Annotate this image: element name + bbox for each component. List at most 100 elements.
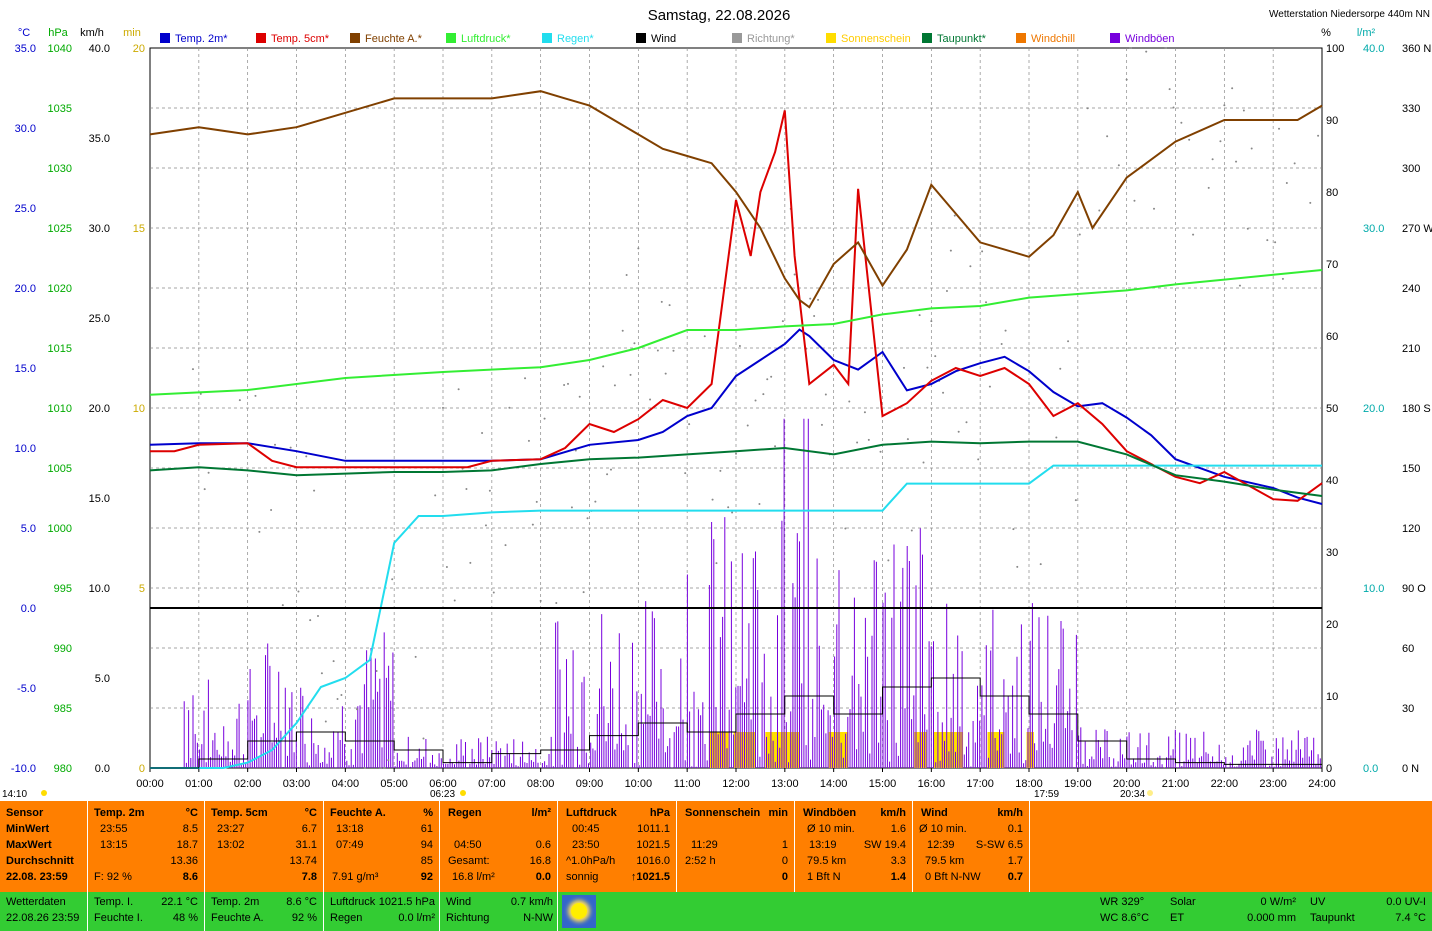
direction-dot — [555, 602, 558, 605]
direction-dot — [539, 599, 542, 602]
direction-tick: 180 S — [1402, 403, 1431, 415]
direction-dot — [957, 430, 960, 433]
direction-dot — [766, 378, 769, 381]
direction-tick: 90 O — [1402, 583, 1426, 595]
rain-unit: l/m² — [1357, 27, 1376, 39]
direction-dot — [453, 599, 456, 602]
pressure-tick: 990 — [54, 643, 72, 655]
x-tick-label: 19:00 — [1064, 778, 1092, 790]
direction-dot — [332, 660, 335, 663]
humidity-tick: 100 — [1326, 43, 1344, 55]
legend-swatch — [542, 33, 552, 43]
direction-dot — [1168, 88, 1171, 91]
direction-dot — [1055, 436, 1058, 439]
x-tick-label: 12:00 — [722, 778, 750, 790]
rain-tick: 10.0 — [1363, 583, 1384, 595]
direction-dot — [488, 489, 491, 492]
temp-unit: °C — [18, 27, 30, 39]
humidity-tick: 60 — [1326, 331, 1338, 343]
direction-dot — [879, 450, 882, 453]
direction-dot — [258, 530, 261, 533]
direction-dot — [1235, 160, 1238, 163]
direction-tick: 150 — [1402, 463, 1420, 475]
direction-dot — [1098, 209, 1101, 212]
temp-tick: 5.0 — [21, 523, 36, 535]
direction-dot — [856, 441, 859, 444]
x-tick-label: 05:00 — [380, 778, 408, 790]
direction-dot — [953, 214, 956, 217]
direction-dot — [313, 489, 316, 492]
direction-dot — [1250, 147, 1253, 150]
direction-dot — [1278, 127, 1281, 130]
direction-dot — [887, 559, 890, 562]
direction-dot — [1231, 87, 1234, 90]
pressure-tick: 1030 — [48, 163, 72, 175]
direction-dot — [1016, 565, 1019, 568]
direction-dot — [922, 461, 925, 464]
direction-dot — [1211, 158, 1214, 161]
humidity-tick: 90 — [1326, 115, 1338, 127]
stats-panel: Sensor MinWert MaxWert Durchschnitt 22.0… — [0, 801, 1432, 892]
x-tick-label: 21:00 — [1162, 778, 1190, 790]
rain-tick: 40.0 — [1363, 43, 1384, 55]
x-tick-label: 17:00 — [966, 778, 994, 790]
direction-dot — [309, 619, 312, 622]
direction-dot — [949, 249, 952, 252]
pressure-tick: 1005 — [48, 463, 72, 475]
stats-sensor-col: Sensor MinWert MaxWert Durchschnitt 22.0… — [0, 801, 88, 892]
legend-label: Richtung* — [747, 33, 795, 45]
direction-dot — [1223, 104, 1226, 107]
direction-dot — [316, 614, 319, 617]
direction-dot — [649, 398, 652, 401]
direction-dot — [1106, 135, 1109, 138]
stats-feuchte-col: Feuchte A. % 13:18 61 07:49 94 85 7.91 g… — [324, 801, 440, 892]
humidity-tick: 80 — [1326, 187, 1338, 199]
legend-label: Regen* — [557, 33, 594, 45]
direction-dot — [504, 544, 507, 547]
direction-dot — [988, 385, 991, 388]
direction-dot — [735, 452, 737, 455]
temp-tick: -5.0 — [17, 683, 36, 695]
direction-dot — [930, 320, 933, 323]
direction-dot — [1192, 233, 1195, 236]
direction-dot — [637, 247, 640, 250]
legend-swatch — [350, 33, 360, 43]
direction-dot — [848, 400, 851, 403]
station-name: Wetterstation Niedersorpe 440m NN — [1269, 9, 1430, 20]
direction-dot — [570, 506, 573, 509]
x-tick-label: 24:00 — [1308, 778, 1336, 790]
pressure-tick: 1040 — [48, 43, 72, 55]
direction-dot — [527, 439, 530, 442]
sun-markers: 14:10 06:23 17:59 20:34 — [2, 789, 1153, 800]
legend-swatch — [1110, 33, 1120, 43]
direction-dot — [383, 767, 386, 769]
pressure-tick: 1020 — [48, 283, 72, 295]
direction-dot — [442, 406, 444, 409]
direction-dot — [391, 578, 394, 581]
direction-dot — [1172, 106, 1175, 109]
direction-dot — [793, 273, 796, 276]
wind-tick: 20.0 — [89, 403, 110, 415]
direction-dot — [867, 438, 870, 441]
direction-dot — [1086, 107, 1089, 110]
wind-tick: 0.0 — [95, 763, 110, 775]
pressure-tick: 980 — [54, 763, 72, 775]
direction-dot — [770, 375, 773, 378]
direction-dot — [660, 300, 663, 303]
direction-dot — [336, 697, 339, 700]
sun-tick: 0 — [139, 763, 145, 775]
sunrise-icon — [460, 790, 466, 796]
x-tick-label: 07:00 — [478, 778, 506, 790]
direction-dot — [1293, 162, 1296, 165]
direction-dot — [945, 289, 948, 292]
direction-dot — [738, 345, 741, 348]
direction-dot — [656, 349, 659, 352]
direction-dot — [594, 500, 597, 503]
direction-dot — [1207, 186, 1210, 189]
x-tick-label: 11:00 — [674, 778, 701, 790]
direction-dot — [606, 473, 609, 476]
legend-swatch — [160, 33, 170, 43]
pressure-tick: 995 — [54, 583, 72, 595]
direction-dot — [531, 523, 534, 526]
direction-dot — [1285, 181, 1288, 184]
